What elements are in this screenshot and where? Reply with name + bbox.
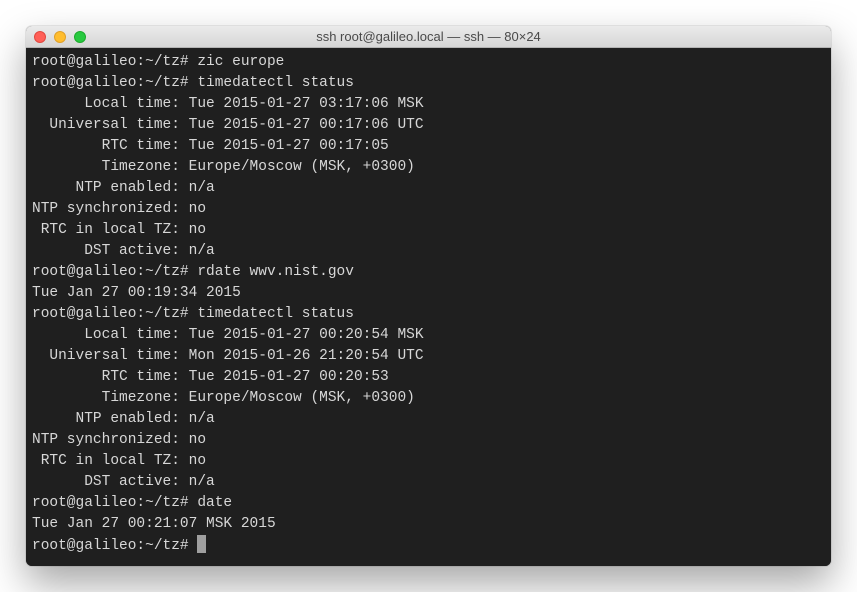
- terminal-line: root@galileo:~/tz# rdate wwv.nist.gov: [32, 262, 825, 283]
- terminal-line: root@galileo:~/tz# date: [32, 493, 825, 514]
- terminal-line: DST active: n/a: [32, 241, 825, 262]
- terminal-line: NTP synchronized: no: [32, 430, 825, 451]
- terminal-line: NTP enabled: n/a: [32, 178, 825, 199]
- terminal-line: Universal time: Tue 2015-01-27 00:17:06 …: [32, 115, 825, 136]
- terminal-line: RTC in local TZ: no: [32, 220, 825, 241]
- terminal-line: Local time: Tue 2015-01-27 00:20:54 MSK: [32, 325, 825, 346]
- maximize-button[interactable]: [74, 31, 86, 43]
- terminal-line: root@galileo:~/tz# timedatectl status: [32, 73, 825, 94]
- terminal-line: Tue Jan 27 00:21:07 MSK 2015: [32, 514, 825, 535]
- prompt: root@galileo:~/tz#: [32, 495, 197, 511]
- terminal-line: Local time: Tue 2015-01-27 03:17:06 MSK: [32, 94, 825, 115]
- window-title: ssh root@galileo.local — ssh — 80×24: [26, 29, 831, 44]
- prompt: root@galileo:~/tz#: [32, 264, 197, 280]
- close-button[interactable]: [34, 31, 46, 43]
- command-text: zic europe: [197, 54, 284, 70]
- terminal-line: DST active: n/a: [32, 472, 825, 493]
- terminal-line: root@galileo:~/tz# timedatectl status: [32, 304, 825, 325]
- prompt: root@galileo:~/tz#: [32, 54, 197, 70]
- prompt: root@galileo:~/tz#: [32, 306, 197, 322]
- terminal-line: RTC time: Tue 2015-01-27 00:20:53: [32, 367, 825, 388]
- cursor: [197, 535, 206, 553]
- terminal-line: root@galileo:~/tz#: [32, 535, 825, 557]
- terminal-line: RTC time: Tue 2015-01-27 00:17:05: [32, 136, 825, 157]
- terminal-line: Universal time: Mon 2015-01-26 21:20:54 …: [32, 346, 825, 367]
- terminal-line: Timezone: Europe/Moscow (MSK, +0300): [32, 388, 825, 409]
- titlebar[interactable]: ssh root@galileo.local — ssh — 80×24: [26, 26, 831, 48]
- terminal-line: Timezone: Europe/Moscow (MSK, +0300): [32, 157, 825, 178]
- terminal-window: ssh root@galileo.local — ssh — 80×24 roo…: [26, 26, 831, 566]
- terminal-line: NTP synchronized: no: [32, 199, 825, 220]
- minimize-button[interactable]: [54, 31, 66, 43]
- terminal-line: Tue Jan 27 00:19:34 2015: [32, 283, 825, 304]
- terminal-line: NTP enabled: n/a: [32, 409, 825, 430]
- command-text: timedatectl status: [197, 75, 354, 91]
- terminal-body[interactable]: root@galileo:~/tz# zic europeroot@galile…: [26, 48, 831, 566]
- prompt: root@galileo:~/tz#: [32, 75, 197, 91]
- traffic-lights: [26, 31, 86, 43]
- command-text: date: [197, 495, 232, 511]
- command-text: timedatectl status: [197, 306, 354, 322]
- terminal-line: RTC in local TZ: no: [32, 451, 825, 472]
- command-text: rdate wwv.nist.gov: [197, 264, 354, 280]
- prompt: root@galileo:~/tz#: [32, 538, 197, 554]
- terminal-line: root@galileo:~/tz# zic europe: [32, 52, 825, 73]
